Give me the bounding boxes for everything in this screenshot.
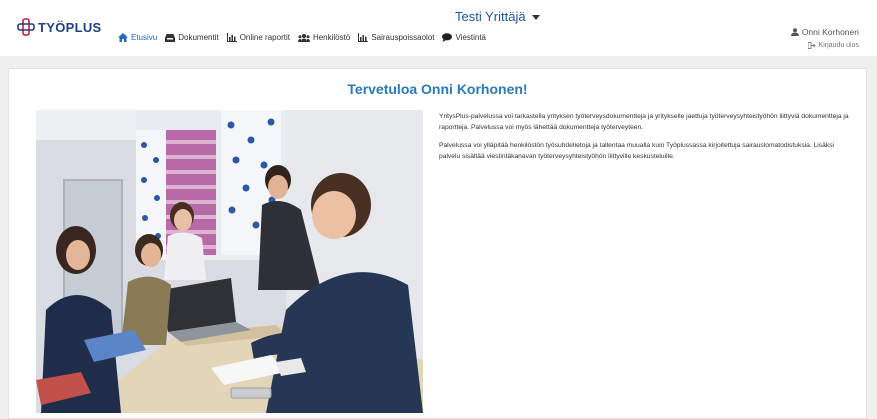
- logo-cross-icon: [17, 18, 35, 36]
- main-nav: Etusivu Dokumentit Online raportit Henki…: [118, 33, 494, 42]
- nav-item-viestinta[interactable]: Viestintä: [442, 33, 486, 42]
- company-selector[interactable]: Testi Yrittäjä: [455, 9, 540, 24]
- content-panel: Tervetuloa Onni Korhonen! YritysPlus-pal…: [8, 68, 867, 419]
- caret-down-icon: [531, 15, 540, 20]
- nav-label-etusivu: Etusivu: [131, 33, 158, 42]
- intro-paragraph: Palvelussa voi ylläpitää henkilöstön työ…: [439, 142, 835, 160]
- inbox-icon: [165, 33, 176, 42]
- nav-label-viestinta: Viestintä: [455, 33, 487, 42]
- nav-item-dokumentit[interactable]: Dokumentit: [165, 33, 219, 42]
- nav-label-henkilosto: Henkilöstö: [312, 33, 351, 42]
- user-area: Onni Korhonen Kirjaudu ulos: [790, 27, 859, 49]
- user-icon: [790, 28, 799, 36]
- tyoplus-logo[interactable]: TYÖPLUS: [17, 18, 102, 36]
- users-icon: [297, 33, 310, 42]
- company-name: Testi Yrittäjä: [455, 9, 526, 24]
- logo-text: TYÖPLUS: [38, 19, 102, 35]
- user-name: Onni Korhonen: [801, 27, 859, 37]
- page-title: Tervetuloa Onni Korhonen!: [347, 81, 528, 97]
- team-photo: [36, 110, 423, 413]
- nav-label-online-raportit: Online raportit: [239, 33, 290, 42]
- chart-icon: [226, 33, 237, 42]
- intro-text: YritysPlus-palvelussa voi tarkastella yr…: [439, 112, 849, 170]
- user-menu[interactable]: Onni Korhonen: [790, 27, 859, 37]
- intro-paragraph: YritysPlus-palvelussa voi tarkastella yr…: [439, 113, 849, 131]
- top-header: TYÖPLUS Testi Yrittäjä Etusivu Dokumenti…: [0, 0, 877, 56]
- sign-out-icon: [807, 42, 816, 49]
- logout-label: Kirjaudu ulos: [818, 42, 859, 49]
- nav-label-sairauspoissaolot: Sairauspoissaolot: [371, 33, 435, 42]
- chart-icon: [358, 33, 369, 42]
- nav-label-dokumentit: Dokumentit: [178, 33, 219, 42]
- comment-icon: [442, 33, 453, 42]
- home-icon: [118, 33, 128, 42]
- logout-link[interactable]: Kirjaudu ulos: [791, 42, 859, 49]
- nav-item-online-raportit[interactable]: Online raportit: [226, 33, 290, 42]
- nav-item-sairauspoissaolot[interactable]: Sairauspoissaolot: [358, 33, 434, 42]
- nav-item-etusivu[interactable]: Etusivu: [118, 33, 157, 42]
- nav-item-henkilosto[interactable]: Henkilöstö: [297, 33, 351, 42]
